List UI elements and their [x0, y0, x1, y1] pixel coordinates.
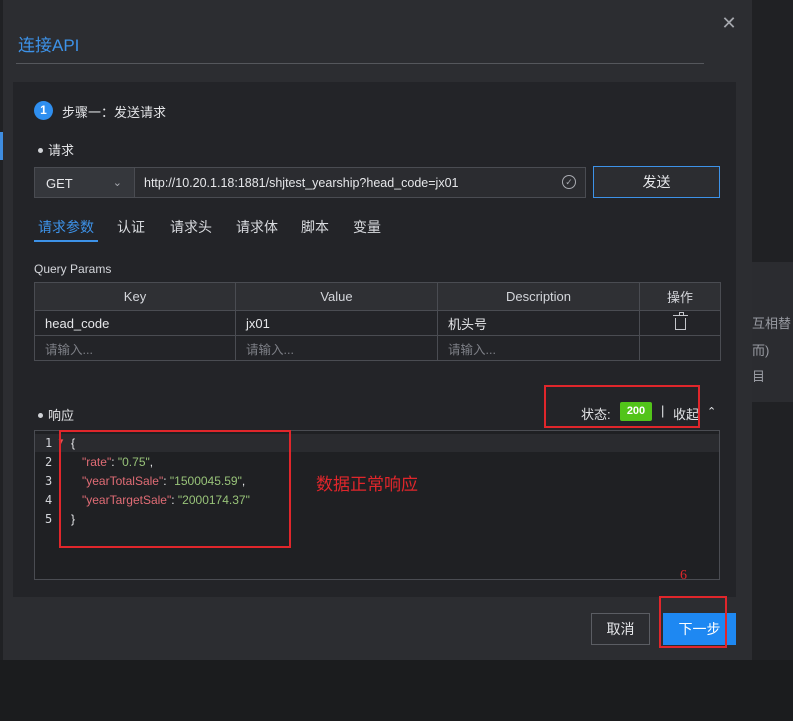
new-value-input[interactable]: 请输入... — [235, 335, 438, 361]
tab-request-params[interactable]: 请求参数 — [38, 217, 94, 237]
bullet-dot-icon — [38, 413, 43, 419]
table-header-row: Key Value Description 操作 — [34, 282, 721, 311]
background-text-1: 互相替 — [752, 316, 792, 331]
param-actions-cell — [639, 310, 721, 336]
param-key-cell[interactable]: head_code — [34, 310, 236, 336]
line-number: 2 — [45, 455, 53, 469]
line-number: 5 — [45, 512, 53, 526]
query-params-label: Query Params — [34, 262, 112, 276]
tab-auth[interactable]: 认证 — [117, 217, 145, 237]
annotation-step-number: 6 — [680, 568, 687, 583]
annotation-box-next — [659, 596, 727, 648]
trash-icon[interactable] — [672, 311, 688, 330]
line-number: 3 — [45, 474, 53, 488]
url-input[interactable]: http://10.20.1.18:1881/shjtest_yearship?… — [135, 167, 586, 198]
close-icon[interactable]: ✕ — [720, 14, 738, 32]
cancel-button[interactable]: 取消 — [591, 613, 650, 645]
line-number: 4 — [45, 493, 53, 507]
url-value: http://10.20.1.18:1881/shjtest_yearship?… — [144, 176, 459, 190]
column-header-actions: 操作 — [639, 282, 721, 311]
background-text-3: 目 — [752, 369, 766, 384]
tab-body[interactable]: 请求体 — [236, 217, 278, 237]
step-number-badge: 1 — [34, 101, 53, 120]
background-text-2: 而) — [752, 343, 770, 358]
method-select[interactable]: GET ⌄ — [34, 167, 135, 198]
response-section-text: 响应 — [48, 408, 75, 423]
new-description-input[interactable]: 请输入... — [437, 335, 640, 361]
new-actions-cell — [639, 335, 721, 361]
chevron-up-icon[interactable]: ⌃ — [707, 405, 717, 418]
column-header-description: Description — [437, 282, 640, 311]
param-value-cell[interactable]: jx01 — [235, 310, 438, 336]
dialog-title: 连接API — [18, 36, 80, 55]
query-params-table: Key Value Description 操作 head_code jx01 … — [34, 282, 721, 361]
check-circle-icon: ✓ — [562, 175, 576, 189]
send-button[interactable]: 发送 — [593, 166, 720, 198]
tab-script[interactable]: 脚本 — [301, 217, 329, 237]
tab-variables[interactable]: 变量 — [353, 217, 381, 237]
chevron-down-icon: ⌄ — [112, 177, 122, 189]
request-section-label: 请求 — [38, 140, 74, 159]
background-bottom-strip — [0, 660, 793, 721]
response-section-label: 响应 — [38, 405, 74, 424]
annotation-box-status — [544, 385, 700, 428]
column-header-key: Key — [34, 282, 236, 311]
step-title: 步骤一：发送请求 — [62, 105, 167, 120]
column-header-value: Value — [235, 282, 438, 311]
tab-headers[interactable]: 请求头 — [170, 217, 212, 237]
annotation-box-response — [59, 430, 291, 548]
table-row: head_code jx01 机头号 — [34, 310, 721, 336]
line-number: 1 — [45, 436, 53, 450]
table-row-empty: 请输入... 请输入... 请输入... — [34, 335, 721, 361]
bullet-dot-icon — [38, 148, 43, 154]
param-description-cell[interactable]: 机头号 — [437, 310, 640, 336]
new-key-input[interactable]: 请输入... — [34, 335, 236, 361]
title-divider — [16, 63, 704, 64]
request-section-text: 请求 — [48, 143, 75, 158]
active-tab-indicator — [34, 240, 98, 242]
method-value: GET — [46, 176, 73, 191]
annotation-response-note: 数据正常响应 — [316, 475, 418, 494]
